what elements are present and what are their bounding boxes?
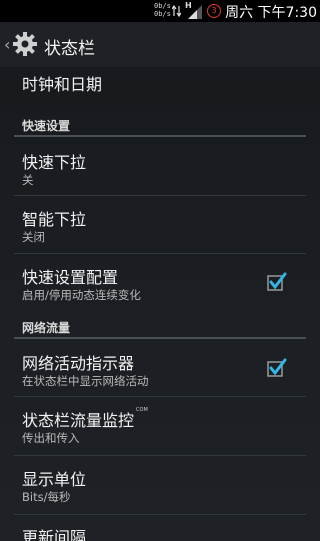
net-down-speed: 0b/s	[154, 10, 171, 18]
net-up-speed: 0b/s	[154, 2, 171, 10]
list-item-title: 智能下拉	[22, 210, 87, 229]
section-divider	[14, 337, 306, 339]
status-bar: 0b/s 0b/s H 3 周六 下午7:30	[0, 0, 320, 22]
status-clock: 周六 下午7:30	[225, 5, 317, 21]
list-item-title: 更新间隔	[22, 528, 87, 541]
net-indicator-checkbox[interactable]	[265, 357, 287, 379]
quick-config-checkbox[interactable]	[265, 271, 287, 293]
back-chevron-icon[interactable]: ‹	[4, 35, 10, 54]
list-item-summary: 关闭	[22, 230, 45, 244]
page-title: 状态栏	[44, 39, 95, 59]
list-item-quick-pulldown[interactable]: 快速下拉 关	[0, 138, 320, 195]
list-item-update-interval[interactable]: 更新间隔	[0, 515, 320, 541]
list-item-title: 快速设置配置	[22, 268, 119, 287]
list-item-summary: 在状态栏中显示网络活动	[22, 374, 149, 388]
section-header-network-traffic: 网络流量	[22, 321, 71, 335]
list-item-title: 状态栏流量监控COM	[22, 407, 148, 431]
list-item-title: 显示单位	[22, 470, 87, 489]
list-item-quick-config[interactable]: 快速设置配置 启用/停用动态连续变化	[0, 254, 320, 311]
list-item-net-indicator[interactable]: 网络活动指示器 在状态栏中显示网络活动	[0, 340, 320, 395]
list-item-display-unit[interactable]: 显示单位 Bits/每秒	[0, 456, 320, 513]
action-bar: ‹ 状态栏	[0, 22, 320, 67]
list-item-title: 网络活动指示器	[22, 354, 135, 373]
list-item-smart-pulldown[interactable]: 智能下拉 关闭	[0, 196, 320, 253]
network-speed-readout: 0b/s 0b/s	[154, 2, 171, 18]
list-item-summary: Bits/每秒	[22, 490, 71, 504]
data-arrows-icon	[172, 5, 181, 17]
list-item-title: 快速下拉	[22, 153, 87, 172]
list-item-traffic-monitor[interactable]: 状态栏流量监控COM 传出和传入	[0, 397, 320, 454]
section-divider	[14, 135, 306, 137]
list-item-summary: 传出和传入	[22, 431, 80, 445]
list-item-clock-date[interactable]: 时钟和日期	[0, 67, 320, 107]
notification-count-badge: 3	[207, 4, 221, 18]
section-header-quick-settings: 快速设置	[22, 119, 71, 133]
traffic-monitor-title-text: 状态栏流量监控	[22, 411, 135, 430]
list-item-summary: 启用/停用动态连续变化	[22, 288, 141, 302]
gear-icon[interactable]	[12, 31, 38, 57]
list-item-summary: 关	[22, 173, 34, 187]
list-item-title: 时钟和日期	[22, 75, 103, 94]
title-superscript: COM	[136, 407, 148, 413]
signal-strength-icon	[188, 5, 202, 19]
